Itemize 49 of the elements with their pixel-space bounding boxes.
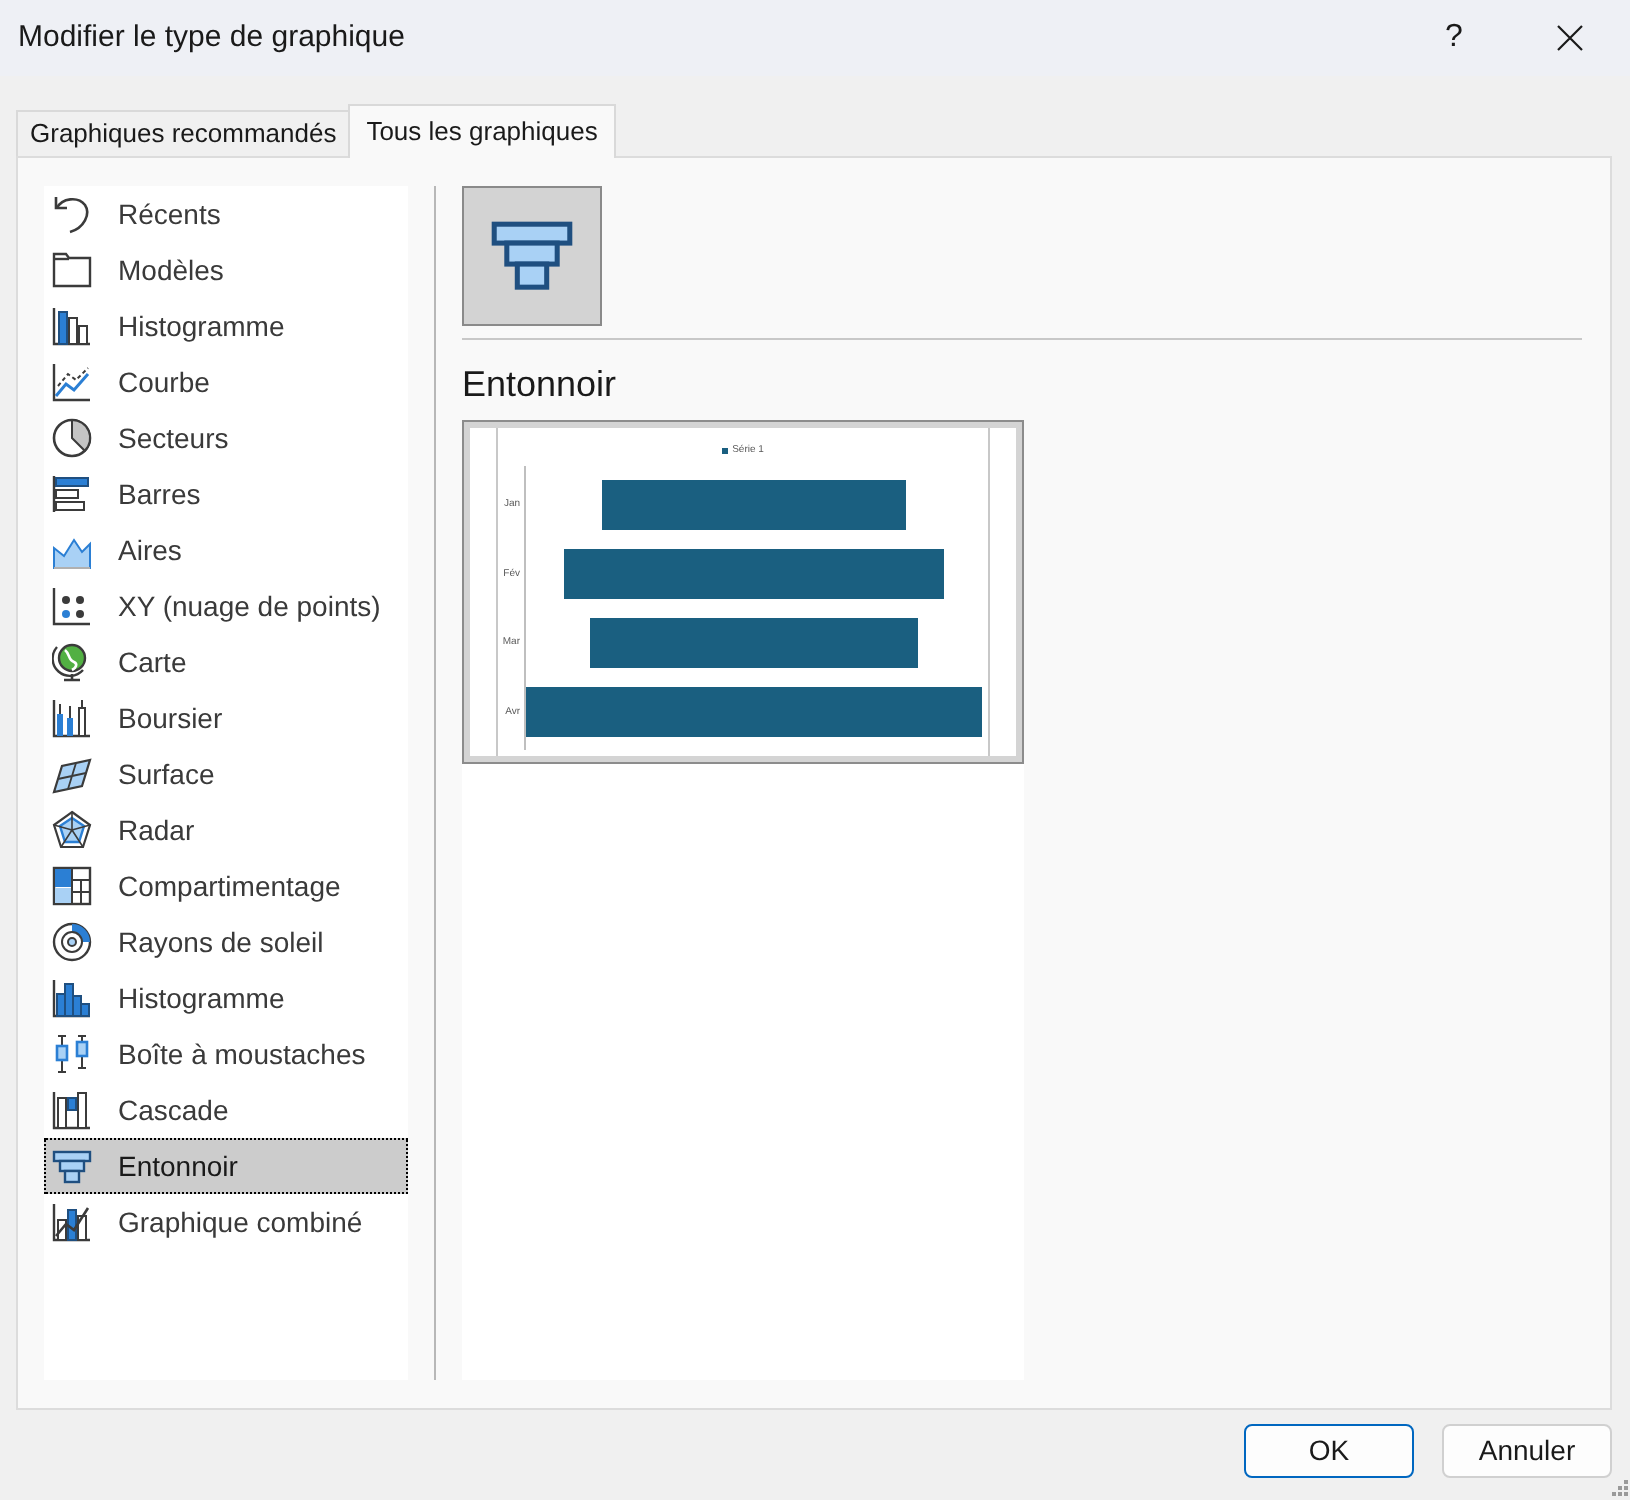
combo-chart-icon [52,1202,92,1242]
column-chart-icon [52,306,92,346]
folder-icon [52,250,92,290]
legend-swatch-icon [722,448,729,454]
chart-type-item[interactable]: Carte [44,634,408,690]
chart-type-item[interactable]: Courbe [44,354,408,410]
bar-chart-icon [52,474,92,514]
tab[interactable]: Graphiques recommandés [16,110,349,156]
dialog-button[interactable]: OK [1244,1424,1414,1478]
close-icon [1556,24,1584,52]
chart-type-item[interactable]: Cascade [44,1082,408,1138]
chart-type-item[interactable]: Rayons de soleil [44,914,408,970]
chart-type-item[interactable]: Aires [44,522,408,578]
chart-type-item[interactable]: Compartimentage [44,858,408,914]
globe-icon [52,642,92,682]
chart-type-item[interactable]: Surface [44,746,408,802]
pie-chart-icon [52,418,92,458]
chart-type-item[interactable]: Histogramme [44,970,408,1026]
treemap-icon [52,866,92,906]
tab[interactable]: Tous les graphiques [348,104,616,158]
chart-type-item[interactable]: Entonnoir [44,1138,408,1194]
sunburst-icon [52,922,92,962]
chart-type-item[interactable]: Graphique combiné [44,1194,408,1250]
chart-type-item[interactable]: Boursier [44,690,408,746]
stock-chart-icon [52,698,92,738]
scatter-chart-icon [52,586,92,626]
preview-title: Entonnoir [462,362,617,406]
dialog-button[interactable]: Annuler [1442,1424,1612,1478]
chart-type-item[interactable]: Barres [44,466,408,522]
chart-type-item[interactable]: Modèles [44,242,408,298]
line-chart-icon [52,362,92,402]
chart-type-item[interactable]: Boîte à moustaches [44,1026,408,1082]
chart-type-item[interactable]: Histogramme [44,298,408,354]
waterfall-chart-icon [52,1090,92,1130]
curved-arrow-icon [52,194,92,234]
chart-type-item[interactable]: Secteurs [44,410,408,466]
chart-type-item[interactable]: XY (nuage de points) [44,578,408,634]
funnel-chart-icon [52,1149,92,1183]
window-title: Modifier le type de graphique [18,17,405,58]
chart-type-item[interactable]: Radar [44,802,408,858]
histogram-icon [52,978,92,1018]
chart-type-item[interactable]: Récents [44,186,408,242]
chart-subtype-button[interactable] [462,186,602,326]
radar-chart-icon [52,810,92,850]
surface-chart-icon [52,754,92,794]
resize-grip-icon[interactable] [1612,1480,1628,1496]
box-plot-icon [52,1034,92,1074]
funnel-chart-icon [490,220,574,292]
help-button[interactable]: ? [1408,0,1500,76]
